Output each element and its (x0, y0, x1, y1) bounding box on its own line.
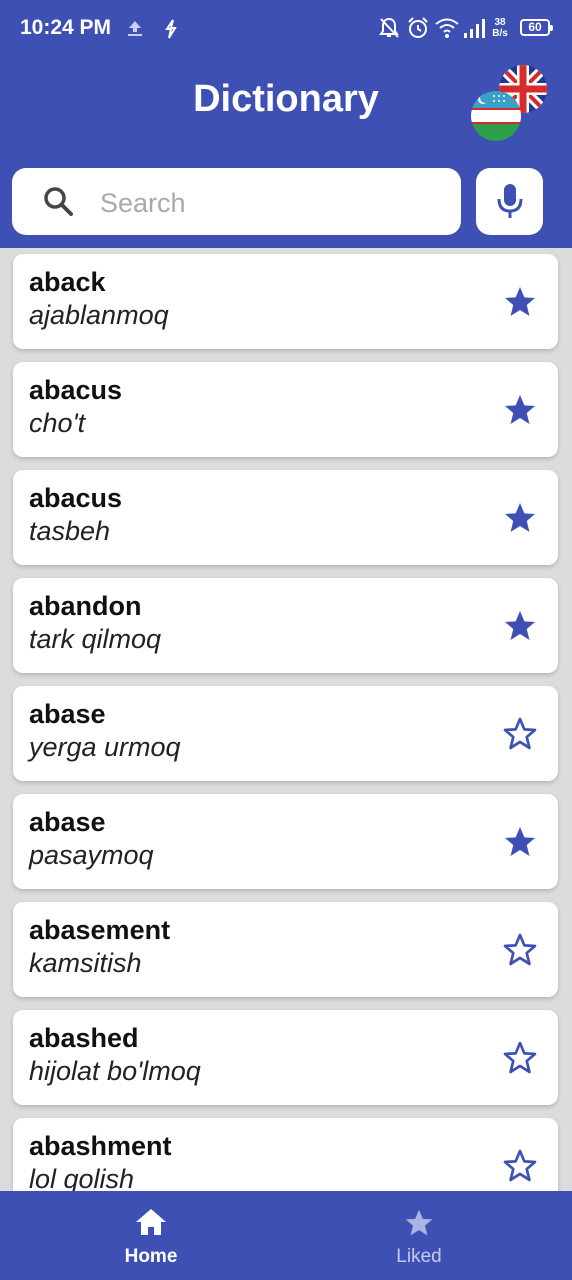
upload-icon (125, 18, 145, 43)
signal-icon (462, 16, 486, 45)
star-filled-icon[interactable] (502, 824, 538, 860)
star-filled-icon[interactable] (502, 608, 538, 644)
net-speed-value: 38 (494, 17, 506, 28)
translation: lol qolish (29, 1164, 135, 1191)
wifi-icon (434, 16, 460, 45)
list-item[interactable]: aback ajablanmoq (13, 254, 558, 349)
word: abandon (29, 591, 142, 621)
word: abasement (29, 915, 171, 945)
bottom-navigation: Home Liked (0, 1191, 572, 1280)
star-filled-icon[interactable] (502, 500, 538, 536)
translation: tasbeh (29, 516, 111, 546)
word-list[interactable]: aback ajablanmoq abacus cho't abacus tas… (0, 248, 572, 1191)
status-right-group: 38 B/s 60 (378, 16, 554, 42)
notifications-off-icon (378, 16, 400, 45)
nav-liked-label: Liked (396, 1246, 442, 1267)
word: abase (29, 699, 106, 729)
star-outline-icon[interactable] (502, 1040, 538, 1076)
list-item[interactable]: abase yerga urmoq (13, 686, 558, 781)
list-item[interactable]: abasement kamsitish (13, 902, 558, 997)
list-item[interactable]: abashed hijolat bo'lmoq (13, 1010, 558, 1105)
list-item[interactable]: abase pasaymoq (13, 794, 558, 889)
list-item[interactable]: abacus tasbeh (13, 470, 558, 565)
net-speed: 38 B/s (490, 17, 510, 39)
search-input[interactable] (98, 180, 442, 226)
net-speed-unit: B/s (492, 28, 508, 39)
word: abacus (29, 375, 123, 405)
home-icon (134, 1207, 168, 1242)
list-item[interactable]: abacus cho't (13, 362, 558, 457)
star-outline-icon[interactable] (502, 932, 538, 968)
microphone-icon (496, 182, 524, 225)
translation: pasaymoq (29, 840, 154, 870)
translation: tark qilmoq (29, 624, 162, 654)
star-outline-icon[interactable] (502, 716, 538, 752)
sync-icon (162, 18, 180, 45)
nav-home-label: Home (124, 1246, 178, 1267)
list-item[interactable]: abashment lol qolish (13, 1118, 558, 1191)
alarm-icon (406, 16, 430, 45)
status-bar: 10:24 PM 38 B/s 60 (0, 0, 572, 58)
nav-home[interactable]: Home (8, 1191, 294, 1280)
app-header: 10:24 PM 38 B/s 60 Dictionary Search (0, 0, 572, 248)
word: abacus (29, 483, 123, 513)
translation: kamsitish (29, 948, 142, 978)
search-bar[interactable] (12, 168, 461, 235)
list-item[interactable]: abandon tark qilmoq (13, 578, 558, 673)
word: abase (29, 807, 106, 837)
battery-level: 60 (528, 20, 542, 34)
battery-icon: 60 (520, 19, 553, 36)
uz-flag-icon (471, 91, 521, 141)
voice-search-button[interactable] (476, 168, 543, 235)
star-icon (402, 1207, 436, 1244)
word: abashed (29, 1023, 139, 1053)
translation: yerga urmoq (29, 732, 181, 762)
word: abashment (29, 1131, 172, 1161)
nav-liked[interactable]: Liked (276, 1191, 562, 1280)
translation: ajablanmoq (29, 300, 169, 330)
word: aback (29, 267, 106, 297)
status-time: 10:24 PM (20, 16, 112, 39)
search-icon (42, 185, 74, 222)
translation: hijolat bo'lmoq (29, 1056, 201, 1086)
language-switch-button[interactable] (470, 64, 550, 144)
star-filled-icon[interactable] (502, 284, 538, 320)
star-outline-icon[interactable] (502, 1148, 538, 1184)
star-filled-icon[interactable] (502, 392, 538, 428)
translation: cho't (29, 408, 86, 438)
